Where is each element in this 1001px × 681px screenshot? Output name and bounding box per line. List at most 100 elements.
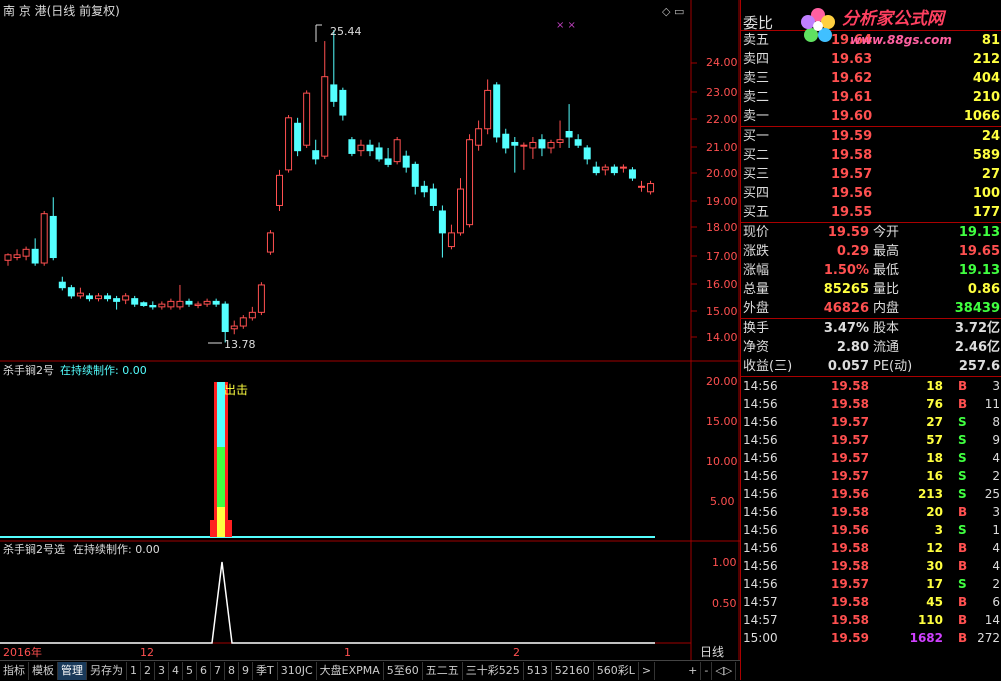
quote-block: 现价 19.59 今开 19.13 涨跌 0.29 最高 19.65 涨幅 1.… xyxy=(741,222,1001,318)
candle-body xyxy=(628,169,636,179)
tick-row: 14:56 19.57 57 S 9 xyxy=(741,431,1001,449)
sell-label: 卖三 xyxy=(743,71,770,86)
fundamental-value-right: 3.72亿 xyxy=(954,321,1000,336)
candle-body xyxy=(321,76,329,157)
buy-level[interactable]: 买一 19.59 24 xyxy=(741,127,1001,146)
candle-body xyxy=(13,254,21,259)
tab-5[interactable]: 5 xyxy=(183,662,197,680)
tab-manage[interactable]: 管理 xyxy=(58,662,87,680)
buy-level[interactable]: 买三 19.57 27 xyxy=(741,165,1001,184)
tick-price: 19.59 xyxy=(831,631,869,645)
tab-310jc[interactable]: 310JC xyxy=(278,662,317,680)
fundamental-label-right: 流通 xyxy=(873,340,900,355)
tab-560l[interactable]: 560彩L xyxy=(594,662,639,680)
quote-label-right: 最低 xyxy=(873,263,900,278)
scroll-arrows[interactable]: ◁▷ xyxy=(712,662,737,680)
candle-body xyxy=(67,287,75,297)
tab-7[interactable]: 7 xyxy=(211,662,225,680)
tab-513[interactable]: 513 xyxy=(524,662,552,680)
tick-row: 14:56 19.58 12 B 4 xyxy=(741,539,1001,557)
fundamental-label-right: PE(动) xyxy=(873,359,913,374)
candle-body xyxy=(113,298,121,302)
fundamental-value-right: 257.6 xyxy=(958,359,1000,374)
logo-url: www.88gs.com xyxy=(850,33,952,47)
fundamental-value: 3.47% xyxy=(823,321,869,336)
tab-5-60[interactable]: 5至60 xyxy=(384,662,423,680)
tick-side: B xyxy=(958,541,968,555)
buy-level[interactable]: 买二 19.58 589 xyxy=(741,146,1001,165)
tick-price: 19.57 xyxy=(831,451,869,465)
sell-label: 卖一 xyxy=(743,109,770,124)
tick-time: 14:57 xyxy=(743,595,778,609)
tab-525[interactable]: 五二五 xyxy=(423,662,463,680)
site-logo: 分析家公式网 www.88gs.com xyxy=(801,8,952,47)
tab-30-525[interactable]: 三十彩525 xyxy=(463,662,524,680)
sell-level[interactable]: 卖二 19.61 210 xyxy=(741,88,1001,107)
candle-body xyxy=(574,139,582,146)
tab-indicators[interactable]: 指标 xyxy=(0,662,29,680)
sell-level[interactable]: 卖三 19.62 404 xyxy=(741,69,1001,88)
top-icons[interactable]: ◇ ▭ xyxy=(662,5,684,18)
sell-price: 19.62 xyxy=(831,71,873,86)
fundamentals-block: 换手 3.47% 股本 3.72亿 净资 2.80 流通 2.46亿 收益(三)… xyxy=(741,318,1001,376)
tab-season-t[interactable]: 季T xyxy=(253,662,278,680)
candle-body xyxy=(185,300,193,305)
date-m1: 1 xyxy=(344,646,351,659)
quote-label: 总量 xyxy=(743,282,770,297)
candle-body xyxy=(303,92,311,146)
sell-level[interactable]: 卖一 19.60 1066 xyxy=(741,107,1001,126)
buy-level[interactable]: 买四 19.56 100 xyxy=(741,184,1001,203)
tick-side: B xyxy=(958,397,968,411)
candle-body xyxy=(85,295,93,300)
tab-expma[interactable]: 大盘EXPMA xyxy=(317,662,384,680)
tab-4[interactable]: 4 xyxy=(169,662,183,680)
tab-scroll-right[interactable]: > xyxy=(639,662,656,680)
tab-1[interactable]: 1 xyxy=(127,662,141,680)
candle-body xyxy=(212,300,220,305)
candle-body xyxy=(4,254,12,261)
candle-body xyxy=(95,295,102,300)
sell-level[interactable]: 卖四 19.63 212 xyxy=(741,50,1001,69)
tab-9[interactable]: 9 xyxy=(239,662,253,680)
tick-volume: 18 xyxy=(926,379,943,393)
svg-text:24.00: 24.00 xyxy=(706,56,738,69)
candle-body xyxy=(131,298,139,305)
buy-level[interactable]: 买五 19.55 177 xyxy=(741,203,1001,222)
candle-body xyxy=(538,139,546,149)
tab-save-as[interactable]: 另存为 xyxy=(87,662,127,680)
zoom-out-button[interactable]: - xyxy=(701,662,713,680)
high-annotation: 25.44 xyxy=(330,25,362,38)
tab-6[interactable]: 6 xyxy=(197,662,211,680)
tick-count: 4 xyxy=(992,559,1000,573)
buy-price: 19.59 xyxy=(831,129,873,144)
tab-52160[interactable]: 52160 xyxy=(552,662,594,680)
tab-8[interactable]: 8 xyxy=(225,662,239,680)
kline-chart-area[interactable]: 南 京 港(日线 前复权) ◇ ▭ × × 24.00 23.00 22.00 … xyxy=(0,0,740,660)
buy-volume: 24 xyxy=(981,129,1000,144)
tick-count: 9 xyxy=(992,433,1000,447)
candle-body xyxy=(420,185,428,193)
buy-label: 买五 xyxy=(743,205,770,220)
tab-template[interactable]: 模板 xyxy=(29,662,58,680)
sell-volume: 212 xyxy=(972,52,1000,67)
tick-time: 14:57 xyxy=(743,613,778,627)
tick-side: S xyxy=(958,433,967,447)
sell-price: 19.61 xyxy=(831,90,873,105)
tick-volume: 27 xyxy=(926,415,943,429)
date-m12: 12 xyxy=(140,646,154,659)
zoom-in-button[interactable]: + xyxy=(685,662,702,680)
candle-body xyxy=(203,300,211,305)
tick-volume: 16 xyxy=(926,469,943,483)
tab-2[interactable]: 2 xyxy=(141,662,155,680)
svg-text:18.00: 18.00 xyxy=(706,221,738,234)
candle-body xyxy=(592,166,600,174)
tick-volume: 18 xyxy=(926,451,943,465)
tick-side: S xyxy=(958,451,967,465)
tab-3[interactable]: 3 xyxy=(155,662,169,680)
candle-body xyxy=(638,185,645,188)
tick-list[interactable]: 14:56 19.58 18 B 3 14:56 19.58 76 B 11 1… xyxy=(741,376,1001,647)
tick-row: 14:56 19.57 27 S 8 xyxy=(741,413,1001,431)
indicator1-name: 杀手锏2号 xyxy=(3,363,54,377)
candle-body xyxy=(330,84,338,102)
indicator1-status: 在持续制作: 0.00 xyxy=(60,363,147,377)
